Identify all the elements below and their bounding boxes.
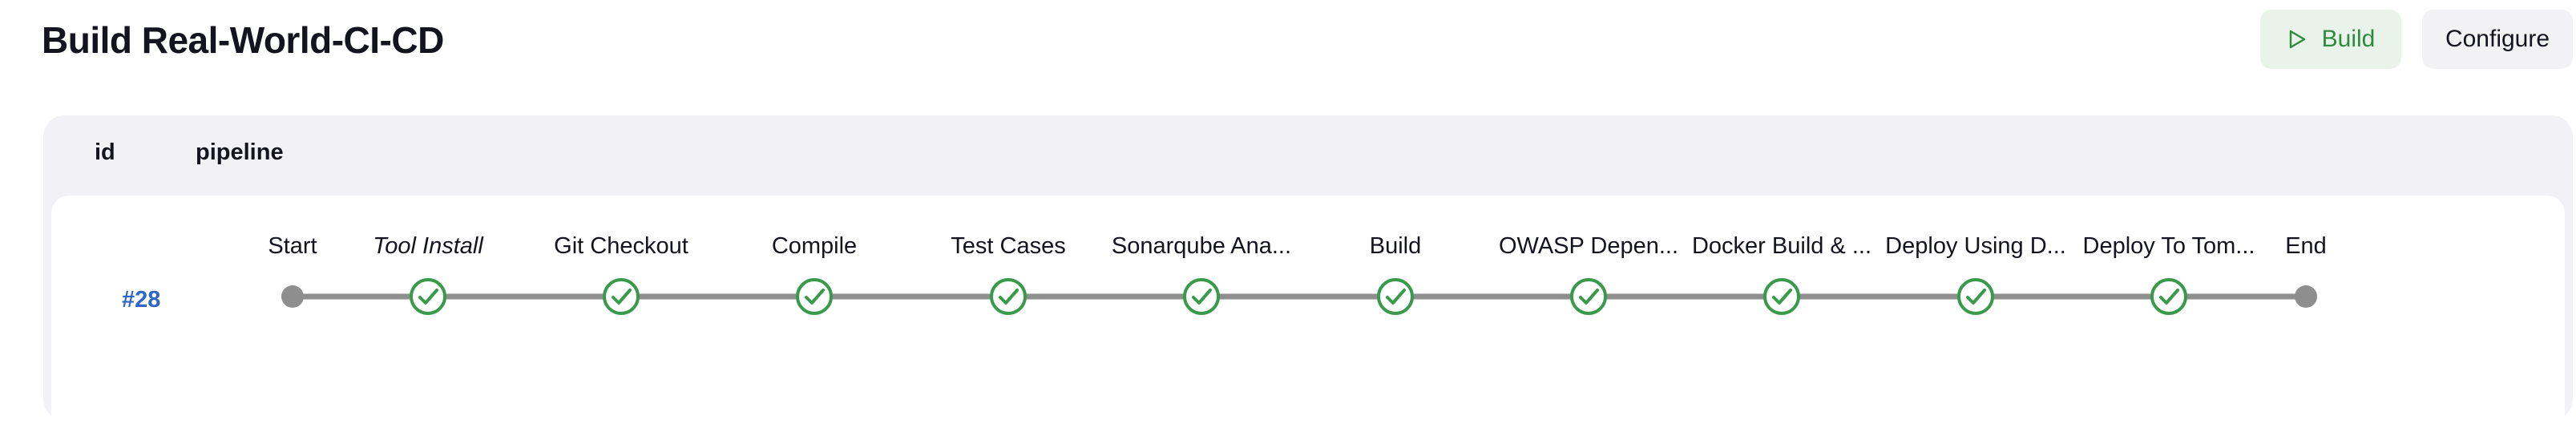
stage-label: Sonarqube Ana... <box>1112 233 1291 259</box>
success-status-icon <box>2150 278 2187 315</box>
stage-label: Start <box>268 233 317 259</box>
pipeline-stage-test-cases[interactable]: Test Cases <box>951 233 1066 315</box>
page-title: Build Real-World-CI-CD <box>42 19 444 61</box>
stage-label: Docker Build & ... <box>1692 233 1871 259</box>
pipeline-stage-compile[interactable]: Compile <box>772 233 857 315</box>
success-status-icon <box>1957 278 1994 315</box>
table-row: #28 Start Tool Install Git Checkout Compile… <box>51 196 2565 436</box>
pipeline-stage-git-checkout[interactable]: Git Checkout <box>554 233 688 315</box>
pipeline-stage-sonarqube-ana[interactable]: Sonarqube Ana... <box>1112 233 1291 315</box>
configure-button[interactable]: Configure <box>2422 10 2573 69</box>
success-status-icon <box>1763 278 1800 315</box>
success-status-icon <box>796 278 833 315</box>
stage-label: Tool Install <box>373 233 484 259</box>
stage-label: Compile <box>772 233 857 259</box>
pipeline-graph: Start Tool Install Git Checkout Compile Test… <box>268 233 2327 315</box>
success-status-icon <box>990 278 1027 315</box>
stage-label: Deploy Using D... <box>1885 233 2066 259</box>
stage-label: End <box>2285 233 2327 259</box>
pipeline-stage-tool-install[interactable]: Tool Install <box>373 233 484 315</box>
pipeline-stage-build[interactable]: Build <box>1370 233 1422 315</box>
success-status-icon <box>410 278 446 315</box>
build-button-label: Build <box>2321 26 2376 52</box>
end-node-icon <box>2295 285 2317 308</box>
stage-label: OWASP Depen... <box>1499 233 1678 259</box>
pipeline-stage-deploy-to-tom[interactable]: Deploy To Tom... <box>2083 233 2255 315</box>
build-button[interactable]: Build <box>2260 10 2401 69</box>
success-status-icon <box>1183 278 1220 315</box>
column-header-pipeline: pipeline <box>196 139 284 165</box>
stage-label: Git Checkout <box>554 233 688 259</box>
success-status-icon <box>1377 278 1414 315</box>
stage-label: Deploy To Tom... <box>2083 233 2255 259</box>
start-node-icon <box>281 285 304 308</box>
success-status-icon <box>1570 278 1607 315</box>
column-header-id: id <box>95 139 115 165</box>
success-status-icon <box>603 278 640 315</box>
configure-button-label: Configure <box>2445 26 2550 52</box>
play-icon <box>2289 30 2305 49</box>
stage-label: Test Cases <box>951 233 1065 259</box>
pipeline-stage-deploy-using-d[interactable]: Deploy Using D... <box>1885 233 2066 315</box>
stage-label: Build <box>1370 233 1422 259</box>
pipeline-stage-owasp-depen[interactable]: OWASP Depen... <box>1499 233 1678 315</box>
pipeline-stage-docker-build[interactable]: Docker Build & ... <box>1692 233 1871 315</box>
pipeline-table: id pipeline #28 Start Tool Install Git Che… <box>43 115 2573 436</box>
